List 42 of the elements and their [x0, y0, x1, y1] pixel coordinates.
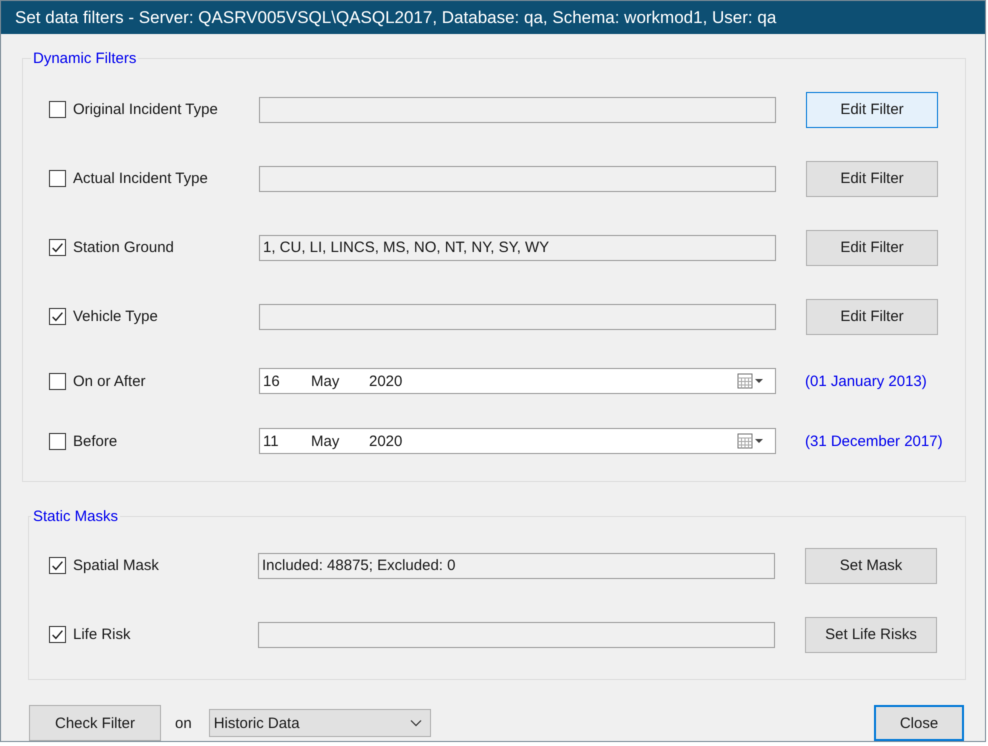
close-button[interactable]: Close: [874, 705, 964, 741]
checkbox[interactable]: [49, 101, 66, 118]
data-source-dropdown[interactable]: Historic Data: [208, 709, 431, 737]
filter-button[interactable]: Edit Filter: [806, 160, 938, 196]
checkbox-label: Before: [73, 432, 118, 450]
checkbox-label: Vehicle Type: [73, 308, 158, 325]
filter-button[interactable]: Set Mask: [805, 548, 937, 584]
date-note: (01 January 2013): [805, 372, 927, 390]
checkbox-label: Station Ground: [73, 239, 174, 256]
filter-field[interactable]: [258, 622, 775, 648]
filter-button[interactable]: Edit Filter: [806, 230, 938, 266]
filter-button[interactable]: Edit Filter: [806, 298, 938, 334]
calendar-dropdown-icon[interactable]: [737, 433, 765, 449]
check-filter-button[interactable]: Check Filter: [29, 705, 161, 741]
calendar-dropdown-icon[interactable]: [737, 373, 765, 389]
checkbox[interactable]: [49, 557, 66, 574]
date-picker[interactable]: 11 May 2020: [259, 428, 776, 454]
filter-field[interactable]: 1, CU, LI, LINCS, MS, NO, NT, NY, SY, WY: [259, 234, 776, 260]
checkbox[interactable]: [49, 239, 66, 256]
checkbox-label: On or After: [73, 372, 146, 390]
window-title: Set data filters - Server: QASRV005VSQL\QASQL2017, Database: qa, Schema: workmod1, User: qa: [15, 8, 776, 28]
filter-field[interactable]: [259, 166, 776, 192]
filter-field[interactable]: [259, 96, 776, 122]
checkbox[interactable]: [49, 170, 66, 187]
on-label: on: [175, 714, 192, 732]
date-picker[interactable]: 16 May 2020: [259, 368, 776, 394]
checkbox-label: Actual Incident Type: [73, 170, 208, 187]
checkbox-label: Spatial Mask: [73, 557, 159, 574]
date-note: (31 December 2017): [805, 432, 943, 450]
group-title: Dynamic Filters: [32, 50, 138, 67]
group-title: Static Masks: [32, 508, 120, 525]
filter-field[interactable]: Included: 48875; Excluded: 0: [258, 552, 775, 578]
filter-button[interactable]: Edit Filter: [806, 92, 938, 128]
checkbox-label: Life Risk: [73, 626, 131, 643]
chevron-down-icon: [410, 719, 422, 727]
filter-field[interactable]: [259, 304, 776, 330]
checkbox[interactable]: [49, 626, 66, 643]
checkbox-label: Original Incident Type: [73, 101, 218, 118]
checkbox[interactable]: [49, 432, 66, 450]
checkbox[interactable]: [49, 372, 66, 390]
filter-button[interactable]: Set Life Risks: [805, 616, 937, 652]
checkbox[interactable]: [49, 308, 66, 325]
